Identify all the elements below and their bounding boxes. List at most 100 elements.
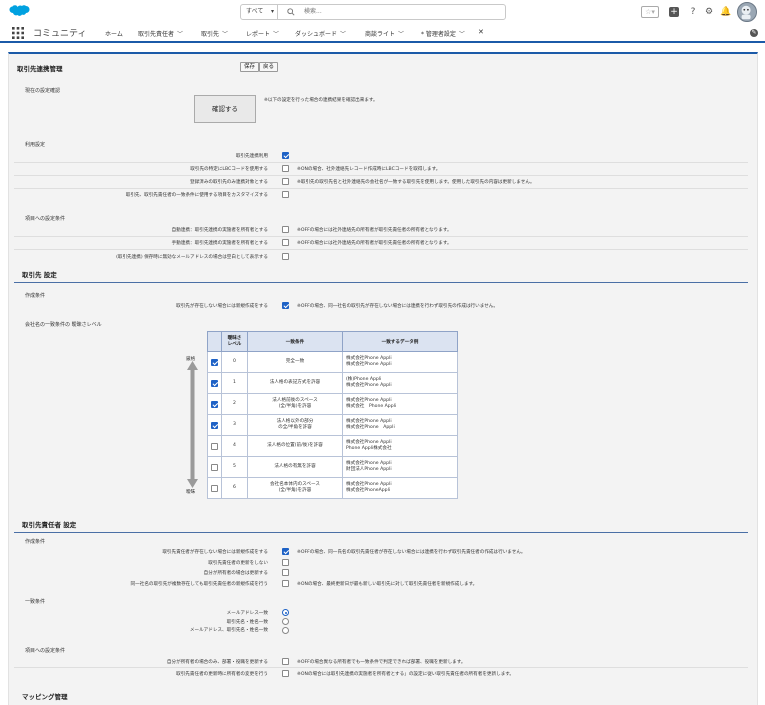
nav-item-dashboards[interactable]: ダッシュボード ﹀ <box>295 29 346 38</box>
double-arrow-icon <box>187 361 198 488</box>
item-checkbox-auto-owner[interactable] <box>282 226 289 233</box>
nav-item-reports[interactable]: レポート ﹀ <box>246 29 279 38</box>
usage-checkbox-customize[interactable] <box>282 191 289 198</box>
search-input[interactable]: 検索... <box>277 4 506 20</box>
match-radio-email-name[interactable] <box>282 627 289 634</box>
section-rule <box>14 282 748 283</box>
contact-create-checkbox-new[interactable] <box>282 548 289 555</box>
contact-create-label-own-update: 自分が所有者の場合は更新する <box>203 571 268 576</box>
nav-item-contacts[interactable]: 取引先責任者 ﹀ <box>138 29 183 38</box>
contact-item-note-owner: ※ONの場合には取引先連携の実施者を所有者とする」の設定に従い取引先責任者の所有… <box>297 672 515 677</box>
nav-item-admin-settings[interactable]: * 管理者設定 ﹀ <box>421 29 465 38</box>
contact-item-checkbox-owner[interactable] <box>282 670 289 677</box>
fuzzy-condition: 法人格の表記方式を許容 <box>247 372 343 394</box>
app-navigation: コミュニティ ホーム 取引先責任者 ﹀ 取引先 ﹀ レポート ﹀ ダッシュボード ﹀ 商… <box>0 24 765 43</box>
usage-label-enable: 取引先連携利用 <box>235 154 268 159</box>
fuzzy-condition: 法人格以外の部分 の全/半角を許容 <box>247 414 343 436</box>
item-checkbox-invalid-email[interactable] <box>282 253 289 260</box>
contact-create-checkbox-multi[interactable] <box>282 580 289 587</box>
fuzzy-example: (株)Phone Appli 株式会社Phone Appli <box>342 372 458 394</box>
chevron-down-icon[interactable]: ﹀ <box>222 31 228 38</box>
fuzzy-example: 株式会社Phone Appli 株式会社Phone Appli <box>342 414 458 436</box>
usage-checkbox-registered-only[interactable] <box>282 178 289 185</box>
chevron-down-icon[interactable]: ﹀ <box>459 31 465 38</box>
fuzzy-level: 3 <box>221 414 248 436</box>
notifications-bell-icon[interactable]: 🔔 <box>720 7 731 17</box>
item-checkbox-manual-owner[interactable] <box>282 239 289 246</box>
account-create-label: 取引先が存在しない場合には新規作成をする <box>176 304 268 309</box>
fuzzy-example: 株式会社Phone Appli 財団法人Phone Appli <box>342 456 458 478</box>
contact-create-checkbox-own-update[interactable] <box>282 569 289 576</box>
save-button[interactable]: 保存 <box>240 62 260 72</box>
usage-label-lbc: 取引先の特定にLBCコードを使用する <box>190 167 268 172</box>
row-checkbox-cell <box>207 435 222 457</box>
chevron-down-icon[interactable]: ﹀ <box>177 31 183 38</box>
search-scope-select[interactable]: すべて ▾ <box>240 4 278 20</box>
fuzzy-level: 6 <box>221 477 248 499</box>
nav-item-home[interactable]: ホーム <box>105 29 123 38</box>
chevron-down-icon[interactable]: ﹀ <box>273 31 279 38</box>
contact-item-label-owner: 取引先責任者の更新時に所有者の変更を行う <box>176 672 268 677</box>
match-radio-name[interactable] <box>282 618 289 625</box>
fuzzy-level-checkbox[interactable] <box>211 443 218 450</box>
row-checkbox-cell <box>207 372 222 394</box>
nav-item-accounts[interactable]: 取引先 ﹀ <box>201 29 228 38</box>
item-label-manual-owner: 手動連携：取引先連携の実施者を所有者とする <box>171 241 268 246</box>
row-divider <box>14 175 748 176</box>
usage-checkbox-enable[interactable] <box>282 152 289 159</box>
contact-settings-title: 取引先責任者 設定 <box>22 521 77 529</box>
usage-note-lbc: ※ONの場合、社外連絡先レコード作成時にLBCコードを取得します。 <box>297 167 441 172</box>
contact-item-heading: 項目への設定条件 <box>25 648 66 654</box>
fuzzy-level-checkbox[interactable] <box>211 401 218 408</box>
status-heading: 現在の設定確認 <box>25 88 61 94</box>
global-add-icon[interactable]: + <box>669 7 679 17</box>
contact-create-note-multi: ※ONの場合、最終更新日が最も新しい取引先に対して取引先責任者を新規作成します。 <box>297 582 478 587</box>
help-icon[interactable]: ? <box>688 7 698 17</box>
account-create-checkbox[interactable] <box>282 302 289 309</box>
fuzzy-level-checkbox[interactable] <box>211 380 218 387</box>
fuzzy-level-checkbox[interactable] <box>211 464 218 471</box>
row-checkbox-cell <box>207 393 222 415</box>
fuzzy-heading: 会社名の一致条件の 曖昧さレベル <box>25 322 102 328</box>
contact-create-label-new: 取引先責任者が存在しない場合には新規作成をする <box>162 550 268 555</box>
table-row: 0 完全一致 株式会社Phone Appli 株式会社Phone Appli <box>207 351 458 373</box>
fuzzy-example: 株式会社Phone Appli 株式会社Phone Appli <box>342 351 458 373</box>
salesforce-logo[interactable] <box>9 5 30 20</box>
favorites-star-icon[interactable]: ☆▾ <box>641 6 659 18</box>
chevron-down-icon[interactable]: ﹀ <box>398 31 404 38</box>
table-row: 5 法人格の有無を許容 株式会社Phone Appli 財団法人Phone Appl… <box>207 456 458 478</box>
chevron-down-icon[interactable]: ﹀ <box>340 31 346 38</box>
fuzzy-level: 0 <box>221 351 248 373</box>
fuzzy-condition: 完全一致 <box>247 351 343 373</box>
nav-item-label: レポート <box>246 31 271 38</box>
back-button[interactable]: 戻る <box>259 62 279 72</box>
table-header-checkbox <box>207 331 222 352</box>
match-label-email: メールアドレス一致 <box>226 611 268 616</box>
table-header-row: 曖昧さ レベル 一致条件 一致するデータ例 <box>207 331 458 352</box>
contact-create-label-no-update: 取引先責任者の更新をしない <box>208 561 268 566</box>
usage-checkbox-lbc[interactable] <box>282 165 289 172</box>
nav-item-label: 取引先 <box>201 31 220 38</box>
confirm-button[interactable]: 確認する <box>194 95 256 123</box>
fuzzy-level-checkbox[interactable] <box>211 485 218 492</box>
chevron-down-icon: ▾ <box>270 8 274 15</box>
gear-icon[interactable]: ⚙ <box>704 7 714 17</box>
personalize-nav-icon[interactable]: ✎ <box>750 29 758 37</box>
fuzzy-level-checkbox[interactable] <box>211 359 218 366</box>
fuzzy-example: 株式会社Phone Appli Phone Appli株式会社 <box>342 435 458 457</box>
contact-item-checkbox-dept[interactable] <box>282 658 289 665</box>
app-launcher-icon[interactable] <box>12 27 24 39</box>
table-row: 4 法人格の位置(前/後)を許容 株式会社Phone Appli Phone App… <box>207 435 458 457</box>
nav-item-opportunities[interactable]: 商談ライト ﹀ <box>365 29 404 38</box>
table-row: 3 法人格以外の部分 の全/半角を許容 株式会社Phone Appli 株式会社Ph… <box>207 414 458 436</box>
search-scope-label: すべて <box>246 8 264 15</box>
contact-item-note-dept: ※OFFの場合異なる所有者でも一致条件で判定できれば部署、役職を更新します。 <box>297 660 466 665</box>
fuzzy-condition: 法人格の有無を許容 <box>247 456 343 478</box>
avatar[interactable] <box>737 2 757 22</box>
match-radio-email[interactable] <box>282 609 289 616</box>
row-divider <box>14 188 748 189</box>
contact-create-checkbox-no-update[interactable] <box>282 559 289 566</box>
account-create-heading: 作成条件 <box>25 293 46 299</box>
close-tab-icon[interactable]: ✕ <box>478 28 484 36</box>
fuzzy-level-checkbox[interactable] <box>211 422 218 429</box>
